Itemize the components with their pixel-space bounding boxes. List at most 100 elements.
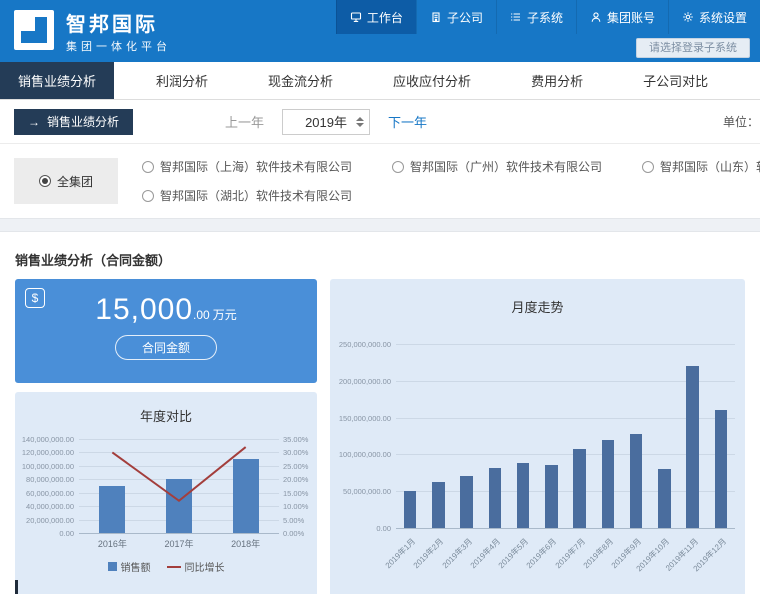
prev-year-link[interactable]: 上一年 (225, 112, 264, 131)
contract-amount-button[interactable]: 合同金额 (115, 335, 217, 360)
person-icon (590, 11, 602, 23)
bar-2019年11月 (686, 366, 699, 528)
year-select-value: 2019年 (305, 112, 347, 131)
bar-2019年8月 (602, 440, 615, 528)
unit-label: 单位： (723, 113, 760, 130)
tab-expense-analysis[interactable]: 费用分析 (513, 62, 601, 99)
chart-plot (79, 439, 279, 534)
x-axis-labels: 2016年2017年2018年 (23, 537, 309, 550)
y-axis-tick-label: 10.00% (283, 502, 308, 511)
monthly-trend-chart-card: 月度走势 0.0050,000,000.00100,000,000.00150,… (330, 279, 745, 594)
left-axis-ticks: 0.0050,000,000.00100,000,000.00150,000,0… (340, 344, 396, 529)
tab-profit-analysis[interactable]: 利润分析 (138, 62, 226, 99)
y-axis-tick-label: 20,000,000.00 (26, 516, 74, 525)
company-label: 智邦国际（山东）软件技术有限公司 (660, 158, 760, 175)
year-select[interactable]: 2019年 (282, 109, 370, 135)
company-radio-list: 智邦国际（上海）软件技术有限公司 智邦国际（广州）软件技术有限公司 智邦国际（山… (142, 158, 760, 204)
legend-label: 销售额 (121, 559, 151, 574)
y-axis-tick-label: 120,000,000.00 (22, 448, 74, 457)
radio-icon[interactable] (392, 161, 404, 173)
nav-label: 子公司 (447, 9, 483, 26)
legend-square-swatch (108, 562, 117, 571)
list-icon (510, 11, 522, 23)
y-axis-tick-label: 0.00 (59, 529, 74, 538)
section-badge[interactable]: → 销售业绩分析 (14, 109, 133, 135)
chart-title: 年度对比 (23, 406, 309, 425)
bar-2019年9月 (630, 434, 643, 528)
right-axis-ticks: 0.00%5.00%10.00%15.00%20.00%25.00%30.00%… (279, 439, 309, 534)
brand-subtitle: 集团一体化平台 (66, 38, 171, 54)
radio-company-guangzhou[interactable]: 智邦国际（广州）软件技术有限公司 (392, 158, 602, 175)
contract-amount-summary-card: $ 15,000.00万元 合同金额 (15, 279, 317, 383)
currency-icon: $ (25, 288, 45, 308)
gridline (396, 418, 735, 419)
radio-icon[interactable] (642, 161, 654, 173)
tab-subsidiary-compare[interactable]: 子公司对比 (625, 62, 726, 99)
bar-2019年1月 (404, 491, 417, 528)
chart-area: 0.0020,000,000.0040,000,000.0060,000,000… (23, 439, 309, 534)
radio-company-hubei[interactable]: 智邦国际（湖北）软件技术有限公司 (142, 187, 352, 204)
title-marker-bar (15, 580, 18, 594)
nav-item-group-account[interactable]: 集团账号 (576, 0, 668, 34)
building-icon (430, 11, 442, 23)
radio-all-group-label: 全集团 (57, 173, 93, 190)
section-title-text: 销售业绩分析（合同金额） (15, 250, 171, 269)
radio-icon[interactable] (142, 190, 154, 202)
legend-line-swatch (167, 566, 181, 568)
y-axis-tick-label: 5.00% (283, 516, 304, 525)
legend-label: 同比增长 (185, 559, 225, 574)
y-axis-tick-label: 15.00% (283, 489, 308, 498)
tab-receivable-payable[interactable]: 应收应付分析 (375, 62, 489, 99)
tab-cashflow-analysis[interactable]: 现金流分析 (250, 62, 351, 99)
radio-company-shandong[interactable]: 智邦国际（山东）软件技术有限公司 (642, 158, 760, 175)
dashboard-content: $ 15,000.00万元 合同金额 年度对比 0.00 20,000,000.0… (0, 279, 760, 594)
analysis-tabbar: 销售业绩分析 利润分析 现金流分析 应收应付分析 费用分析 子公司对比 (0, 62, 760, 100)
bar-2019年5月 (517, 463, 530, 528)
y-axis-tick-label: 200,000,000.00 (339, 377, 391, 386)
y-axis-tick-label: 250,000,000.00 (339, 340, 391, 349)
brand-logo-icon (14, 10, 54, 50)
company-label: 智邦国际（湖北）软件技术有限公司 (160, 187, 352, 204)
radio-company-shanghai[interactable]: 智邦国际（上海）软件技术有限公司 (142, 158, 352, 175)
y-axis-tick-label: 100,000,000.00 (339, 450, 391, 459)
nav-item-workbench[interactable]: 工作台 (336, 0, 416, 34)
top-nav: 工作台 子公司 子系统 (336, 0, 760, 34)
y-axis-tick-label: 80,000,000.00 (26, 475, 74, 484)
nav-item-system-settings[interactable]: 系统设置 (668, 0, 760, 34)
x-axis-label: 2018年 (212, 537, 279, 550)
radio-icon[interactable] (142, 161, 154, 173)
bar-2019年12月 (715, 410, 728, 528)
bar-2019年2月 (432, 482, 445, 528)
left-axis-ticks: 0.0020,000,000.0040,000,000.0060,000,000… (23, 439, 79, 534)
nav-item-subsidiary[interactable]: 子公司 (416, 0, 496, 34)
radio-icon[interactable] (39, 175, 51, 187)
legend-item: 销售额 (108, 559, 151, 574)
gridline (396, 454, 735, 455)
year-navigation: 上一年 2019年 下一年 (225, 109, 427, 135)
y-axis-tick-label: 100,000,000.00 (22, 462, 74, 471)
chart-plot (396, 344, 735, 529)
bar-2019年4月 (489, 468, 502, 528)
chart-area: 0.0050,000,000.00100,000,000.00150,000,0… (340, 344, 735, 529)
tab-sales-performance[interactable]: 销售业绩分析 (0, 62, 114, 99)
workbench-icon (350, 11, 362, 23)
nav-label: 子系统 (527, 9, 563, 26)
radio-all-group[interactable]: 全集团 (14, 158, 118, 204)
spinner-icon[interactable] (356, 117, 364, 127)
nav-label: 工作台 (367, 9, 403, 26)
nav-item-subsystem[interactable]: 子系统 (496, 0, 576, 34)
company-filter-row: 全集团 智邦国际（上海）软件技术有限公司 智邦国际（广州）软件技术有限公司 智邦… (0, 144, 760, 218)
company-label: 智邦国际（广州）软件技术有限公司 (410, 158, 602, 175)
select-login-subsystem-button[interactable]: 请选择登录子系统 (636, 38, 750, 58)
gridline (396, 491, 735, 492)
next-year-link[interactable]: 下一年 (388, 112, 427, 131)
y-axis-tick-label: 40,000,000.00 (26, 502, 74, 511)
y-axis-tick-label: 20.00% (283, 475, 308, 484)
bar-2019年7月 (573, 449, 586, 528)
amount-decimal: .00 (193, 308, 210, 322)
left-column: $ 15,000.00万元 合同金额 年度对比 0.00 20,000,000.0… (15, 279, 317, 594)
y-axis-tick-label: 140,000,000.00 (22, 435, 74, 444)
y-axis-tick-label: 35.00% (283, 435, 308, 444)
nav-label: 系统设置 (699, 9, 747, 26)
gridline (396, 381, 735, 382)
